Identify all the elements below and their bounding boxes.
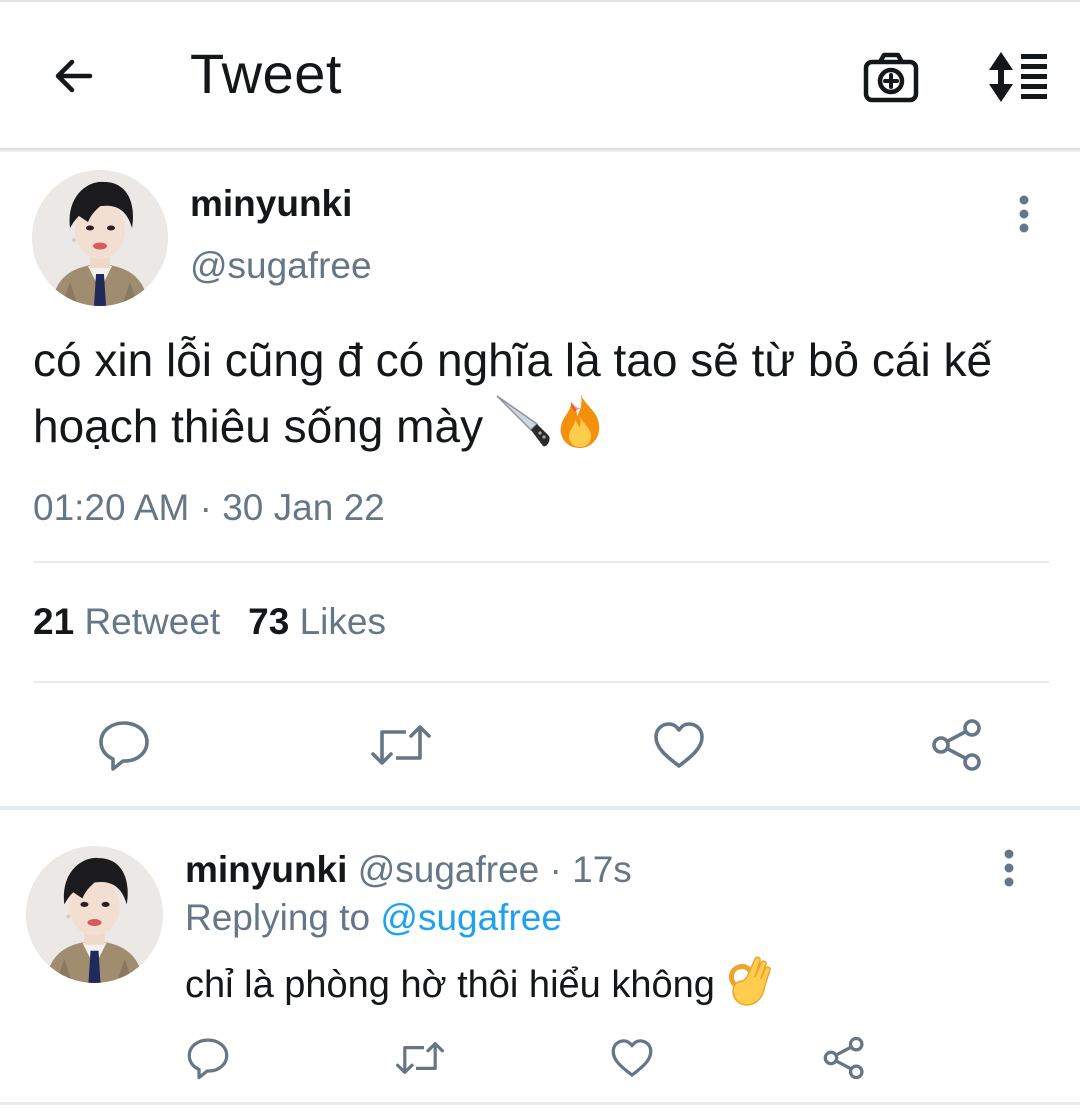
reply-time: 17s <box>572 849 632 890</box>
retweet-stat[interactable]: 21 Retweet <box>33 600 220 644</box>
page-title: Tweet <box>190 42 342 105</box>
app-header: Tweet <box>0 2 1080 148</box>
tweet-text: có xin lỗi cũng đ có nghĩa là tao sẽ từ … <box>33 330 1043 464</box>
reply-more-options-button[interactable] <box>989 838 1029 898</box>
reply-separator: · <box>539 849 573 890</box>
arrow-left-icon <box>55 59 93 93</box>
fire-emoji <box>553 390 607 464</box>
reply-icon <box>187 1038 229 1080</box>
header-shadow <box>0 148 1080 152</box>
reply-reply-button[interactable] <box>184 1032 232 1084</box>
divider <box>33 681 1049 683</box>
retweet-count: 21 <box>33 601 75 642</box>
ok-hand-emoji <box>725 955 773 1020</box>
reply-retweet-button[interactable] <box>394 1032 446 1084</box>
bottom-divider <box>0 1102 1080 1105</box>
share-button[interactable] <box>926 712 988 778</box>
reply-share-button[interactable] <box>820 1032 868 1084</box>
retweet-icon <box>395 1042 444 1074</box>
tweet-stats: 21 Retweet 73 Likes <box>33 600 386 644</box>
share-icon <box>823 1036 864 1080</box>
reply-text: chỉ là phòng hờ thôi hiểu không <box>185 955 773 1020</box>
retweet-icon <box>371 725 431 765</box>
more-options-button[interactable] <box>1004 184 1044 244</box>
reply-body: chỉ là phòng hờ thôi hiểu không <box>185 964 715 1006</box>
avatar[interactable] <box>32 170 168 306</box>
replying-mention-link[interactable]: @sugafree <box>380 897 562 938</box>
camera-button[interactable] <box>858 44 924 110</box>
knife-emoji <box>493 392 551 464</box>
reply-like-button[interactable] <box>608 1032 656 1084</box>
section-divider <box>0 806 1080 810</box>
heart-icon <box>654 722 704 768</box>
retweet-button[interactable] <box>368 712 434 778</box>
like-button[interactable] <box>648 712 710 778</box>
author-handle[interactable]: @sugafree <box>190 244 372 288</box>
replying-prefix: Replying to <box>185 897 371 938</box>
divider <box>33 561 1049 563</box>
likes-label: Likes <box>299 601 386 642</box>
like-count: 73 <box>248 601 290 642</box>
replying-to: Replying to @sugafree <box>185 896 562 940</box>
camera-plus-icon <box>863 52 919 103</box>
reply-button[interactable] <box>94 712 154 778</box>
tweet-timestamp: 01:20 AM · 30 Jan 22 <box>33 487 385 528</box>
back-button[interactable] <box>42 44 106 108</box>
more-vertical-icon <box>1004 849 1014 887</box>
likes-stat[interactable]: 73 Likes <box>248 600 386 644</box>
reply-author-name[interactable]: minyunki <box>185 849 347 890</box>
author-name[interactable]: minyunki <box>190 182 352 226</box>
share-icon <box>932 719 981 771</box>
reply-author-handle[interactable]: @sugafree <box>358 849 540 890</box>
sort-list-icon <box>989 52 1047 102</box>
heart-icon <box>611 1039 653 1077</box>
reply-icon <box>99 721 149 771</box>
avatar[interactable] <box>26 846 163 983</box>
more-vertical-icon <box>1019 195 1029 233</box>
retweet-label: Retweet <box>84 601 221 642</box>
sort-button[interactable] <box>980 44 1052 110</box>
reply-header: minyunki @sugafree · 17s <box>185 848 632 892</box>
